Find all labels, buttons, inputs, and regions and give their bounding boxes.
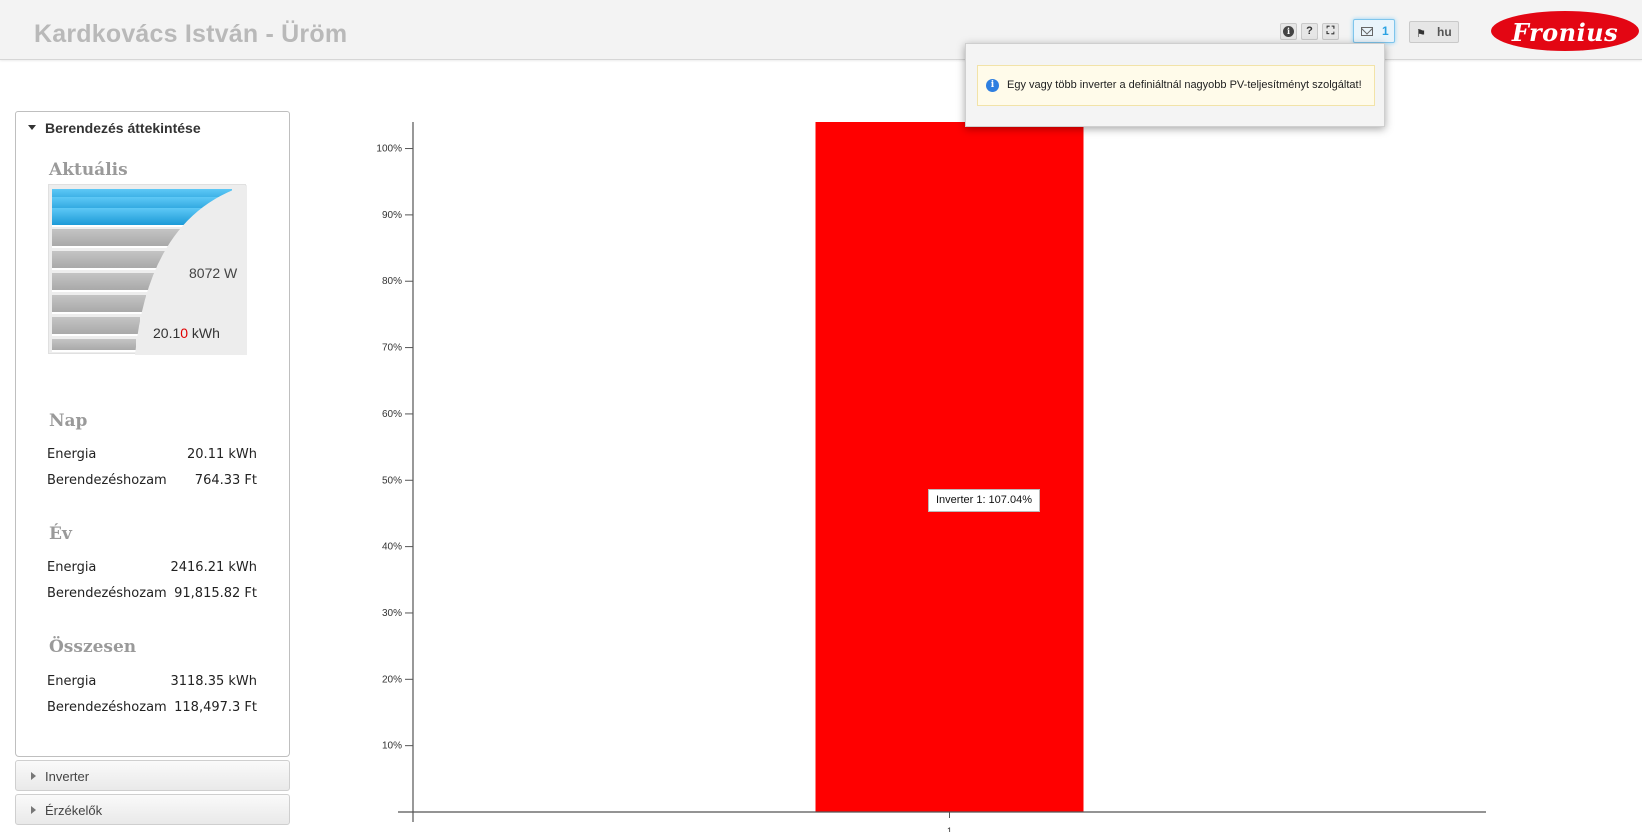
current-energy: 20.10 kWh <box>153 325 220 341</box>
accordion-inverter-label: Inverter <box>45 769 90 784</box>
year-title: Év <box>49 524 72 544</box>
info-button[interactable]: i <box>1280 23 1297 40</box>
current-title: Aktuális <box>49 160 128 180</box>
collapse-arrow-icon <box>28 125 36 130</box>
power-gauge: 8072 W 20.10 kWh <box>48 184 247 355</box>
y-tick-label: 60% <box>382 409 402 420</box>
year-yield-value: 91,815.82 Ft <box>174 586 257 601</box>
notification-popup: i Egy vagy több inverter a definiáltnál … <box>965 43 1385 127</box>
fronius-logo: Fronius <box>1491 11 1639 51</box>
accordion-sensors[interactable]: Érzékelők <box>15 794 290 825</box>
day-title: Nap <box>49 411 88 431</box>
logo-text: Fronius <box>1511 18 1619 47</box>
accordion-inverter[interactable]: Inverter <box>15 760 290 791</box>
language-button[interactable]: ⚑ hu <box>1409 21 1459 43</box>
message-count: 1 <box>1382 24 1389 38</box>
y-tick-label: 100% <box>376 144 402 155</box>
chart-tooltip: Inverter 1: 107.04% <box>928 489 1040 512</box>
y-tick-label: 10% <box>382 741 402 752</box>
language-code: hu <box>1437 25 1452 39</box>
y-tick-label: 30% <box>382 608 402 619</box>
notification-text: Egy vagy több inverter a definiáltnál na… <box>1007 79 1362 91</box>
expand-arrow-icon <box>31 806 36 814</box>
inverter-power-chart: 1 10% 20% 30% 40% 50% 60% 70% 80% 90% 100% <box>376 122 1486 832</box>
help-button[interactable]: ? <box>1301 23 1318 40</box>
day-yield-value: 764.33 Ft <box>194 473 257 488</box>
overview-panel-header[interactable]: Berendezés áttekintése <box>15 111 290 144</box>
total-energy-value: 3118.35 kWh <box>170 674 257 689</box>
header: Kardkovács István - Üröm i ? ⛶ 1 ⚑ hu Fr… <box>0 0 1642 60</box>
messages-button[interactable]: 1 <box>1353 19 1395 43</box>
y-tick-label: 50% <box>382 475 402 486</box>
notification-message: i Egy vagy több inverter a definiáltnál … <box>977 65 1375 106</box>
total-energy-label: Energia <box>47 674 97 689</box>
day-energy-label: Energia <box>47 447 97 462</box>
expand-arrow-icon <box>31 772 36 780</box>
info-icon: i <box>1283 26 1294 37</box>
chart-bar <box>815 122 1084 812</box>
x-tick-label: 1 <box>947 826 952 832</box>
info-circle-icon: i <box>986 79 999 92</box>
energy-red-digit: 0 <box>180 325 189 341</box>
total-title: Összesen <box>49 637 137 657</box>
fullscreen-icon: ⛶ <box>1326 25 1335 37</box>
current-power: 8072 W <box>189 265 238 281</box>
site-title: Kardkovács István - Üröm <box>34 20 348 48</box>
energy-unit: kWh <box>188 325 220 341</box>
flag-icon: ⚑ <box>1416 28 1426 40</box>
year-energy-label: Energia <box>47 560 97 575</box>
year-energy-value: 2416.21 kWh <box>170 560 257 575</box>
energy-digits: 20.1 <box>153 325 181 341</box>
help-icon: ? <box>1306 25 1313 37</box>
y-tick-label: 90% <box>382 210 402 221</box>
fullscreen-button[interactable]: ⛶ <box>1322 23 1339 40</box>
day-energy-value: 20.11 kWh <box>187 447 257 462</box>
total-yield-value: 118,497.3 Ft <box>174 700 257 715</box>
accordion-sensors-label: Érzékelők <box>45 803 103 818</box>
envelope-icon <box>1361 27 1373 36</box>
y-tick-label: 20% <box>382 674 402 685</box>
y-tick-label: 40% <box>382 542 402 553</box>
y-tick-label: 70% <box>382 343 402 354</box>
y-tick-label: 80% <box>382 276 402 287</box>
overview-panel-title: Berendezés áttekintése <box>45 120 201 136</box>
